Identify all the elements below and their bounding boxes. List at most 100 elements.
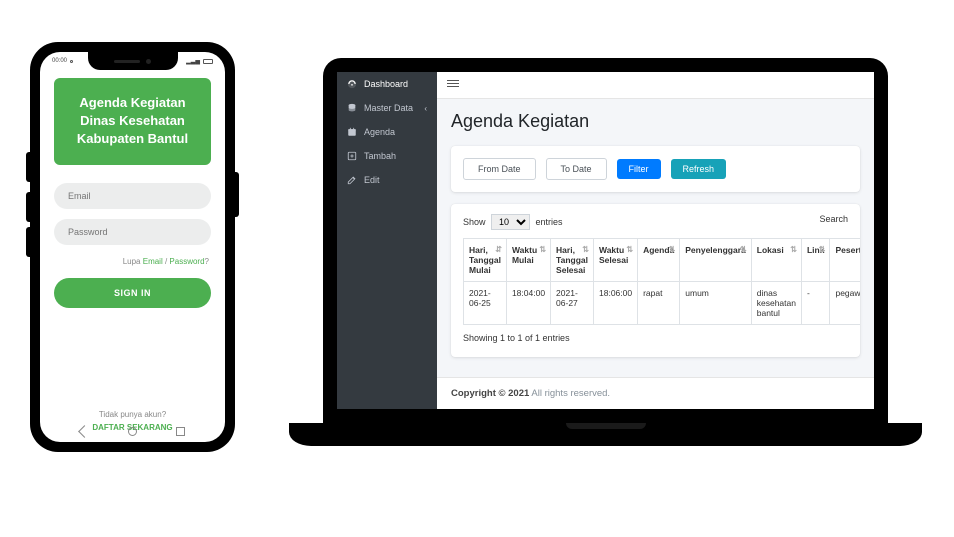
phone-screen: 00:00 ▂▃▅ Agenda Kegiatan Dinas Kesehata… [40,52,225,442]
page-title: Agenda Kegiatan [451,111,860,132]
search-control: Search [819,214,848,230]
refresh-button[interactable]: Refresh [671,159,727,179]
sidebar-item-label: Tambah [364,151,396,161]
sort-icon: ⇅ [582,245,589,254]
to-date-input[interactable]: To Date [546,158,607,180]
col-header[interactable]: Penyelenggara⇅ [680,239,751,282]
laptop-base [289,423,922,446]
back-icon[interactable] [78,425,91,438]
phone-side-button [26,192,30,222]
plus-square-icon [347,151,357,161]
copyright-bold: Copyright © 2021 [451,388,529,399]
phone-notch [88,52,178,70]
signin-button[interactable]: SIGN IN [54,278,211,308]
forgot-prefix: Lupa [123,257,143,266]
sort-icon: ⇅ [790,245,797,254]
cell: pegawai [830,282,860,325]
sidebar: Dashboard Master Data ‹ Agenda [337,72,437,409]
dashboard-icon [347,79,357,89]
edit-icon [347,175,357,185]
password-field[interactable] [54,219,211,245]
phone-side-button [26,227,30,257]
sidebar-item-label: Master Data [364,103,413,113]
camera-icon [146,59,151,64]
login-header: Agenda Kegiatan Dinas Kesehatan Kabupate… [54,78,211,165]
main-area: Agenda Kegiatan From Date To Date Filter… [437,72,874,409]
android-nav [40,424,225,439]
phone-power-button [235,172,239,217]
col-header[interactable]: Waktu Selesai⇅ [594,239,638,282]
sidebar-item-label: Agenda [364,127,395,137]
col-header[interactable]: Lokasi⇅ [751,239,801,282]
laptop-screen-frame: Dashboard Master Data ‹ Agenda [323,58,888,423]
cell: 2021-06-27 [551,282,594,325]
sidebar-item-agenda[interactable]: Agenda [337,120,437,144]
agenda-table: Hari, Tanggal Mulai⇵ Waktu Mulai⇅ Hari, … [463,238,860,325]
forgot-password-link[interactable]: Password [169,257,204,266]
topbar [437,72,874,99]
status-time: 00:00 [52,58,67,64]
table-info: Showing 1 to 1 of 1 entries [463,333,848,343]
cell: 18:04:00 [506,282,550,325]
col-header[interactable]: Hari, Tanggal Mulai⇵ [464,239,507,282]
col-header[interactable]: Peserta⇅ [830,239,860,282]
col-header[interactable]: Waktu Mulai⇅ [506,239,550,282]
recent-icon[interactable] [176,427,185,436]
sort-icon: ⇅ [626,245,633,254]
sidebar-item-master-data[interactable]: Master Data ‹ [337,96,437,120]
laptop-frame: Dashboard Master Data ‹ Agenda [289,58,922,456]
header-line: Agenda Kegiatan [66,94,199,112]
show-label: Show [463,217,486,227]
col-header[interactable]: Hari, Tanggal Selesai⇅ [551,239,594,282]
col-header[interactable]: Link⇅ [801,239,829,282]
forgot-line: Lupa Email / Password? [56,257,209,266]
cell: 2021-06-25 [464,282,507,325]
length-select[interactable]: 10 [491,214,530,230]
chevron-left-icon: ‹ [424,104,427,113]
footer: Copyright © 2021 All rights reserved. [437,377,874,409]
laptop-hinge-notch [566,423,646,429]
forgot-email-link[interactable]: Email [143,257,163,266]
speaker-icon [114,60,140,63]
status-dot [70,60,73,63]
cell: 18:06:00 [594,282,638,325]
noaccount-text: Tidak punya akun? [54,410,211,419]
sort-icon: ⇅ [669,245,676,254]
cell: umum [680,282,751,325]
filter-button[interactable]: Filter [617,159,661,179]
from-date-input[interactable]: From Date [463,158,536,180]
battery-icon [203,59,213,64]
phone-frame: 00:00 ▂▃▅ Agenda Kegiatan Dinas Kesehata… [30,42,235,452]
filter-card: From Date To Date Filter Refresh [451,146,860,192]
header-line: Kabupaten Bantul [66,130,199,148]
sidebar-item-label: Edit [364,175,380,185]
sort-icon: ⇅ [740,245,747,254]
content: Agenda Kegiatan From Date To Date Filter… [437,99,874,377]
search-label: Search [819,214,848,224]
database-icon [347,103,357,113]
cell: dinas kesehatan bantul [751,282,801,325]
col-header[interactable]: Agenda⇅ [638,239,680,282]
sort-icon: ⇅ [539,245,546,254]
header-line: Dinas Kesehatan [66,112,199,130]
sidebar-item-tambah[interactable]: Tambah [337,144,437,168]
table-row[interactable]: 2021-06-25 18:04:00 2021-06-27 18:06:00 … [464,282,861,325]
cell: - [801,282,829,325]
sidebar-item-label: Dashboard [364,79,408,89]
table-card: Show 10 entries Search Hari, T [451,204,860,357]
signal-icon: ▂▃▅ [186,58,200,65]
sort-icon: ⇅ [819,245,826,254]
sidebar-item-dashboard[interactable]: Dashboard [337,72,437,96]
laptop-screen: Dashboard Master Data ‹ Agenda [337,72,874,409]
sidebar-item-edit[interactable]: Edit [337,168,437,192]
phone-side-button [26,152,30,182]
calendar-icon [347,127,357,137]
home-icon[interactable] [128,427,137,436]
entries-label: entries [536,217,563,227]
cell: rapat [638,282,680,325]
length-control: Show 10 entries [463,214,563,230]
copyright-rest: All rights reserved. [529,388,610,399]
hamburger-icon[interactable] [447,78,459,89]
sort-icon: ⇵ [495,245,502,254]
email-field[interactable] [54,183,211,209]
